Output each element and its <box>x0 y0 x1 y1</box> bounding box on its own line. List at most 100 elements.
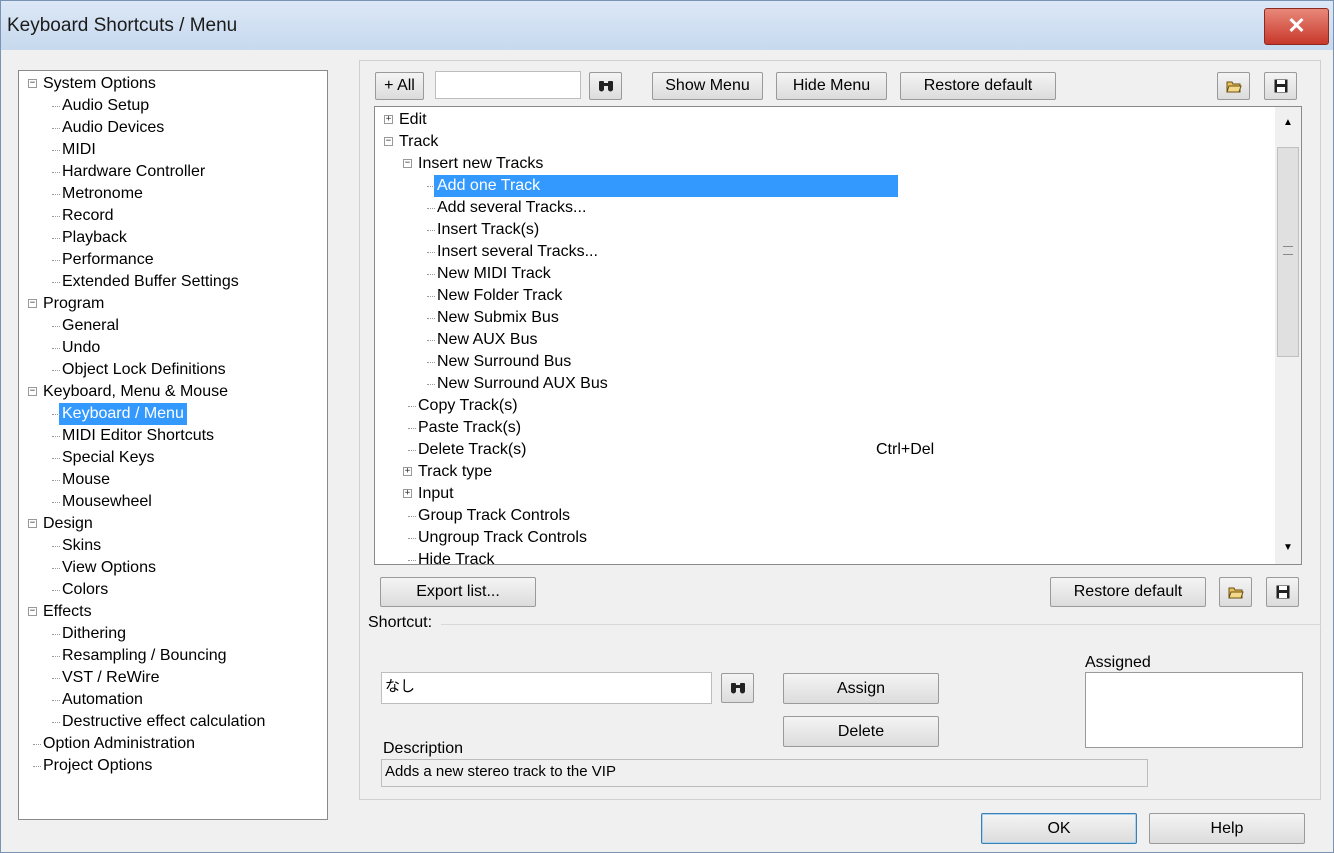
collapse-icon[interactable]: − <box>28 519 37 528</box>
vertical-scrollbar[interactable]: ▲ ▼ <box>1275 107 1301 564</box>
command-tree-item[interactable]: Ungroup Track Controls <box>418 527 587 549</box>
command-tree-item[interactable]: Hide Track <box>418 549 494 564</box>
command-tree-nodes: Edit + Track − Insert new Tracks − Add one Tra… <box>375 107 1275 564</box>
selected-options-tree-item[interactable]: Keyboard / Menu <box>59 403 187 425</box>
command-tree-item[interactable]: New Folder Track <box>437 285 562 307</box>
close-icon: ✕ <box>1287 13 1306 38</box>
collapse-icon[interactable]: − <box>28 79 37 88</box>
options-tree-item[interactable]: MIDI Editor Shortcuts <box>62 425 214 447</box>
options-tree-item[interactable]: Colors <box>62 579 108 601</box>
help-button[interactable]: Help <box>1149 813 1305 844</box>
hide-menu-button[interactable]: Hide Menu <box>776 72 887 100</box>
ok-button[interactable]: OK <box>981 813 1137 844</box>
expand-icon[interactable]: + <box>384 115 393 124</box>
options-tree-item[interactable]: Automation <box>62 689 143 711</box>
scroll-up-icon[interactable]: ▲ <box>1283 117 1293 128</box>
title-bar[interactable]: Keyboard Shortcuts / Menu ✕ <box>1 1 1333 50</box>
save-file-button[interactable] <box>1264 72 1297 100</box>
command-tree-item[interactable]: Paste Track(s) <box>418 417 521 439</box>
scroll-thumb[interactable] <box>1277 147 1299 357</box>
options-tree-item[interactable]: General <box>62 315 119 337</box>
tree-connector <box>52 216 60 217</box>
search-button[interactable] <box>589 72 622 100</box>
options-tree-item[interactable]: Option Administration <box>43 733 195 755</box>
options-tree-item[interactable]: Audio Devices <box>62 117 164 139</box>
delete-label: Delete <box>837 723 885 740</box>
folder-open-icon <box>1225 81 1242 93</box>
options-tree-item[interactable]: Design <box>43 513 93 535</box>
open-file-button[interactable] <box>1217 72 1250 100</box>
command-tree-item[interactable]: Track type <box>418 461 492 483</box>
command-tree-item[interactable]: Insert Track(s) <box>437 219 539 241</box>
command-tree-item[interactable]: Input <box>418 483 454 505</box>
options-tree-item[interactable]: System Options <box>43 73 156 95</box>
shortcut-group-line <box>441 624 1321 625</box>
command-tree-item[interactable]: Edit <box>399 109 427 131</box>
options-tree-item[interactable]: Resampling / Bouncing <box>62 645 227 667</box>
binoculars-icon <box>730 683 745 694</box>
options-tree[interactable]: System Options − Audio Setup Audio Devices M… <box>18 70 328 820</box>
options-tree-item[interactable]: Hardware Controller <box>62 161 205 183</box>
search-input[interactable] <box>435 71 581 99</box>
selected-command-tree-item[interactable]: Add one Track <box>434 175 898 197</box>
command-tree-item[interactable]: Delete Track(s) <box>418 439 526 461</box>
options-tree-item[interactable]: Mouse <box>62 469 110 491</box>
options-tree-item[interactable]: Keyboard, Menu & Mouse <box>43 381 228 403</box>
restore-default-menu-button[interactable]: Restore default <box>900 72 1056 100</box>
options-tree-item[interactable]: Extended Buffer Settings <box>62 271 239 293</box>
options-tree-item[interactable]: Playback <box>62 227 127 249</box>
options-tree-item[interactable]: Program <box>43 293 104 315</box>
collapse-icon[interactable]: − <box>28 607 37 616</box>
options-tree-item[interactable]: Undo <box>62 337 100 359</box>
show-menu-button[interactable]: Show Menu <box>652 72 763 100</box>
command-tree-item[interactable]: Insert new Tracks <box>418 153 543 175</box>
save-shortcuts-button[interactable] <box>1266 577 1299 607</box>
options-tree-item[interactable]: Effects <box>43 601 92 623</box>
collapse-icon[interactable]: − <box>384 137 393 146</box>
assigned-list[interactable] <box>1085 672 1303 748</box>
options-tree-item[interactable]: Metronome <box>62 183 143 205</box>
expand-icon[interactable]: + <box>403 467 412 476</box>
find-shortcut-button[interactable] <box>721 673 754 703</box>
delete-shortcut-button[interactable]: Delete <box>783 716 939 747</box>
options-tree-item[interactable]: Mousewheel <box>62 491 152 513</box>
options-tree-item[interactable]: View Options <box>62 557 156 579</box>
options-tree-item[interactable]: Dithering <box>62 623 126 645</box>
tree-connector <box>408 516 416 517</box>
close-button[interactable]: ✕ <box>1264 8 1329 45</box>
command-tree-item[interactable]: Copy Track(s) <box>418 395 518 417</box>
options-tree-item[interactable]: VST / ReWire <box>62 667 160 689</box>
assign-button[interactable]: Assign <box>783 673 939 704</box>
command-tree-item[interactable]: New Submix Bus <box>437 307 559 329</box>
options-tree-item[interactable]: Project Options <box>43 755 152 777</box>
command-tree-item[interactable]: New AUX Bus <box>437 329 537 351</box>
expand-all-button[interactable]: + All <box>375 72 424 100</box>
open-shortcuts-button[interactable] <box>1219 577 1252 607</box>
command-tree-item[interactable]: New Surround AUX Bus <box>437 373 608 395</box>
restore-default-shortcut-button[interactable]: Restore default <box>1050 577 1206 607</box>
expand-icon[interactable]: + <box>403 489 412 498</box>
command-tree-item[interactable]: New MIDI Track <box>437 263 551 285</box>
collapse-icon[interactable]: − <box>403 159 412 168</box>
command-tree-item[interactable]: Add several Tracks... <box>437 197 586 219</box>
collapse-icon[interactable]: − <box>28 299 37 308</box>
options-tree-item[interactable]: Object Lock Definitions <box>62 359 226 381</box>
options-tree-item[interactable]: Audio Setup <box>62 95 149 117</box>
options-tree-item[interactable]: Destructive effect calculation <box>62 711 265 733</box>
command-tree-item[interactable]: Insert several Tracks... <box>437 241 598 263</box>
collapse-icon[interactable]: − <box>28 387 37 396</box>
options-tree-item[interactable]: Record <box>62 205 114 227</box>
scroll-down-icon[interactable]: ▼ <box>1283 542 1293 553</box>
options-tree-item[interactable]: Special Keys <box>62 447 155 469</box>
tree-connector <box>52 128 60 129</box>
export-list-button[interactable]: Export list... <box>380 577 536 607</box>
command-tree-item[interactable]: Group Track Controls <box>418 505 570 527</box>
options-tree-item[interactable]: Skins <box>62 535 101 557</box>
command-tree-item[interactable]: Track <box>399 131 438 153</box>
command-tree[interactable]: Edit + Track − Insert new Tracks − Add one Tra… <box>374 106 1302 565</box>
options-tree-item[interactable]: Performance <box>62 249 154 271</box>
tree-connector <box>52 282 60 283</box>
shortcut-input[interactable]: なし <box>381 672 712 704</box>
options-tree-item[interactable]: MIDI <box>62 139 96 161</box>
command-tree-item[interactable]: New Surround Bus <box>437 351 571 373</box>
